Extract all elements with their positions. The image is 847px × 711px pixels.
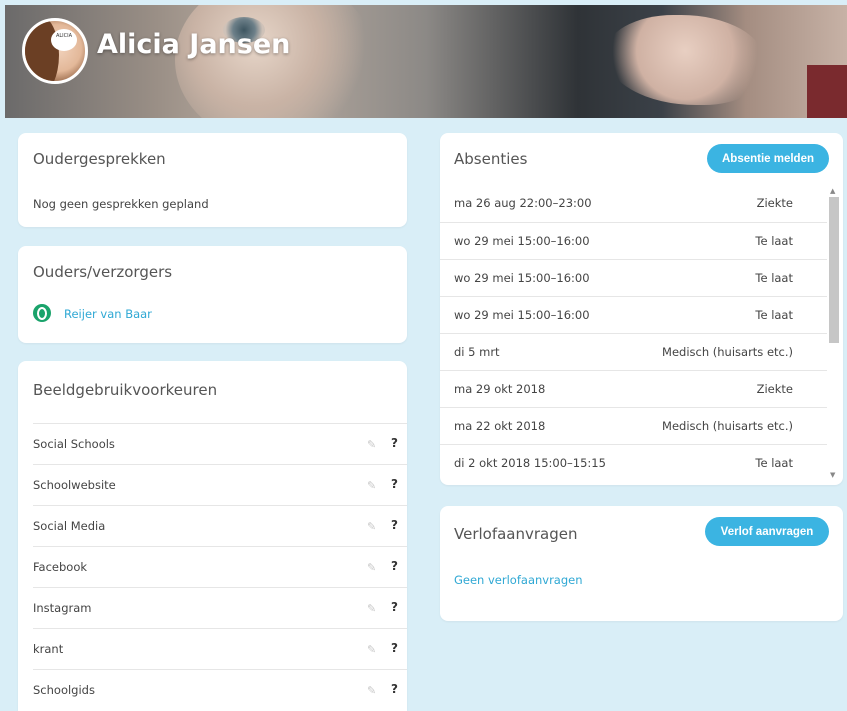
absentie-date: ma 26 aug 22:00–23:00 [454,196,592,210]
avatar-hair [25,21,59,81]
parent-icon [33,304,51,322]
pencil-icon[interactable]: ✎ [367,602,376,615]
banner-photo-hand [605,15,765,105]
pref-status[interactable]: ? [391,436,398,450]
list-item[interactable]: wo 29 mei 15:00–16:00 Te laat [440,296,827,333]
absentie-reason: Te laat [755,271,793,285]
pref-row-krant: krant ✎ ? [33,628,407,669]
student-name: Alicia Jansen [97,29,291,60]
pencil-icon[interactable]: ✎ [367,684,376,697]
beeldgebruik-title: Beeldgebruikvoorkeuren [33,381,218,399]
ouders-title: Ouders/verzorgers [33,263,173,281]
scroll-up-icon[interactable]: ▲ [830,187,835,195]
absentie-melden-button[interactable]: Absentie melden [707,144,829,173]
pref-label: krant [33,642,64,656]
list-item[interactable]: ma 26 aug 22:00–23:00 Ziekte [440,185,827,222]
pref-label: Facebook [33,560,88,574]
absentie-reason: Medisch (huisarts etc.) [662,419,793,433]
verlof-aanvragen-button[interactable]: Verlof aanvragen [705,517,829,546]
absentie-date: wo 29 mei 15:00–16:00 [454,234,590,248]
list-item[interactable]: ma 29 okt 2018 Ziekte [440,370,827,407]
avatar-badge: ALICIA [51,29,77,51]
pref-row-schoolgids: Schoolgids ✎ ? [33,669,407,710]
beeldgebruik-card: Beeldgebruikvoorkeuren Social Schools ✎ … [18,361,407,711]
pref-status[interactable]: ? [391,559,398,573]
absenties-title: Absenties [454,150,528,168]
absentie-reason: Medisch (huisarts etc.) [662,345,793,359]
pencil-icon[interactable]: ✎ [367,520,376,533]
verlof-title: Verlofaanvragen [454,525,578,543]
pref-label: Schoolwebsite [33,478,116,492]
pref-status[interactable]: ? [391,600,398,614]
pref-label: Instagram [33,601,92,615]
absenties-scrollbar[interactable]: ▲ ▼ [827,185,841,481]
parent-link[interactable]: Reijer van Baar [64,307,152,321]
list-item[interactable]: wo 29 mei 15:00–16:00 Te laat [440,259,827,296]
pencil-icon[interactable]: ✎ [367,438,376,451]
oudergesprekken-empty-text: Nog geen gesprekken gepland [33,197,209,211]
oudergesprekken-title: Oudergesprekken [33,150,166,168]
pref-row-social-schools: Social Schools ✎ ? [33,423,407,464]
pref-row-schoolwebsite: Schoolwebsite ✎ ? [33,464,407,505]
list-item[interactable]: ma 22 okt 2018 Medisch (huisarts etc.) [440,407,827,444]
scroll-down-icon[interactable]: ▼ [830,471,835,479]
ouders-card: Ouders/verzorgers Reijer van Baar [18,246,407,343]
pref-status[interactable]: ? [391,477,398,491]
absentie-reason: Ziekte [756,196,793,210]
absentie-date: di 2 okt 2018 15:00–15:15 [454,456,606,470]
pref-row-instagram: Instagram ✎ ? [33,587,407,628]
pencil-icon[interactable]: ✎ [367,561,376,574]
verlof-empty-text: Geen verlofaanvragen [454,573,583,587]
verlof-card: Verlofaanvragen Verlof aanvragen Geen ve… [440,506,843,621]
list-item[interactable]: di 2 okt 2018 15:00–15:15 Te laat [440,444,827,481]
absenties-card: Absenties Absentie melden ma 26 aug 22:0… [440,133,843,485]
oudergesprekken-card: Oudergesprekken Nog geen gesprekken gepl… [18,133,407,227]
pref-status[interactable]: ? [391,641,398,655]
pref-status[interactable]: ? [391,518,398,532]
pencil-icon[interactable]: ✎ [367,643,376,656]
absentie-date: ma 29 okt 2018 [454,382,546,396]
absentie-reason: Te laat [755,234,793,248]
header-banner: ALICIA Alicia Jansen [5,5,847,118]
pencil-icon[interactable]: ✎ [367,479,376,492]
pref-label: Schoolgids [33,683,95,697]
absentie-date: wo 29 mei 15:00–16:00 [454,308,590,322]
list-item[interactable]: wo 29 mei 15:00–16:00 Te laat [440,222,827,259]
pref-label: Social Schools [33,437,115,451]
banner-photo-clothing [807,65,847,118]
absentie-reason: Te laat [755,308,793,322]
absentie-date: di 5 mrt [454,345,500,359]
absentie-date: ma 22 okt 2018 [454,419,546,433]
pref-row-facebook: Facebook ✎ ? [33,546,407,587]
absentie-reason: Te laat [755,456,793,470]
absentie-reason: Ziekte [756,382,793,396]
scrollbar-thumb[interactable] [829,197,839,343]
list-item[interactable]: di 5 mrt Medisch (huisarts etc.) [440,333,827,370]
avatar[interactable]: ALICIA [22,18,88,84]
banner-photo-face [175,5,375,118]
pref-status[interactable]: ? [391,682,398,696]
pref-row-social-media: Social Media ✎ ? [33,505,407,546]
absentie-date: wo 29 mei 15:00–16:00 [454,271,590,285]
absenties-list[interactable]: ma 26 aug 22:00–23:00 Ziekte wo 29 mei 1… [440,185,827,483]
pref-label: Social Media [33,519,106,533]
